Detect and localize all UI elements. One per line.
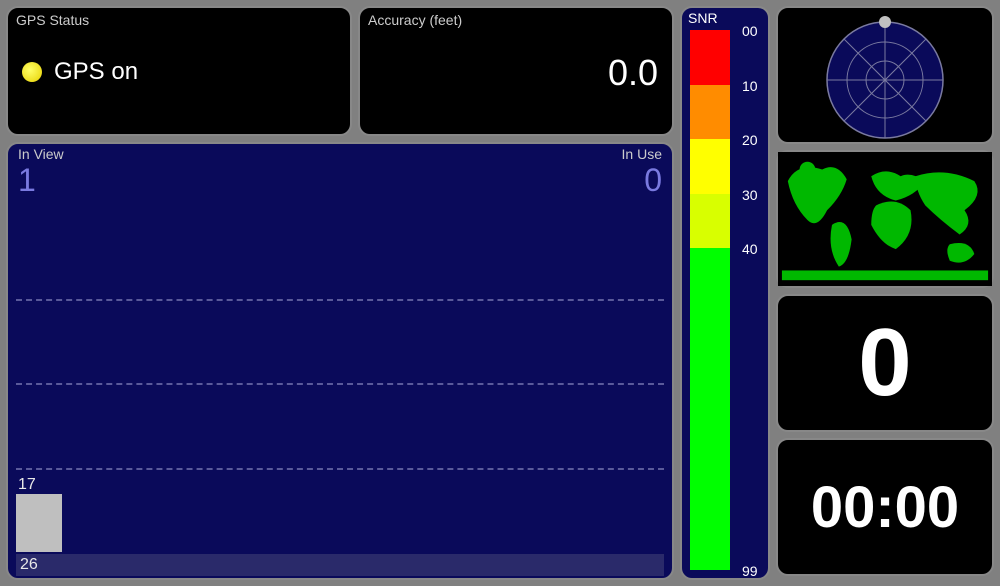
gps-status-row: GPS on bbox=[8, 28, 350, 86]
sat-bar: 17 bbox=[16, 494, 62, 552]
sat-gridline bbox=[16, 383, 664, 385]
gps-indicator-icon bbox=[22, 62, 42, 82]
snr-scale: 001020304099 bbox=[690, 30, 730, 570]
sky-plot-icon bbox=[778, 8, 992, 142]
sat-header: In View In Use bbox=[8, 144, 672, 164]
sat-bar-snr-label: 17 bbox=[16, 476, 62, 494]
satellite-prn-row: 26 bbox=[16, 554, 664, 576]
satellites-panel: In View In Use 1 0 17 26 bbox=[6, 142, 674, 580]
clock-value: 00:00 bbox=[811, 474, 959, 541]
gps-status-label: GPS Status bbox=[8, 8, 350, 28]
snr-segment bbox=[690, 248, 730, 570]
snr-tick-label: 10 bbox=[742, 78, 758, 94]
snr-tick-label: 99 bbox=[742, 563, 758, 579]
in-view-label: In View bbox=[18, 146, 64, 162]
clock-panel[interactable]: 00:00 bbox=[776, 438, 994, 576]
snr-tick-label: 30 bbox=[742, 187, 758, 203]
in-view-value: 1 bbox=[8, 164, 46, 196]
speed-value: 0 bbox=[858, 308, 911, 418]
snr-segment bbox=[690, 30, 730, 85]
snr-segment bbox=[690, 85, 730, 140]
sat-prn-label: 26 bbox=[16, 556, 62, 574]
sky-plot-panel[interactable] bbox=[776, 6, 994, 144]
speed-panel[interactable]: 0 bbox=[776, 294, 994, 432]
world-map-panel[interactable] bbox=[776, 150, 994, 288]
sat-gridline bbox=[16, 299, 664, 301]
satellite-snr-chart: 17 bbox=[16, 214, 664, 552]
accuracy-value: 0.0 bbox=[608, 52, 658, 94]
accuracy-label: Accuracy (feet) bbox=[360, 8, 672, 28]
sat-gridline bbox=[16, 468, 664, 470]
gps-status-text: GPS on bbox=[54, 58, 138, 86]
in-use-value: 0 bbox=[634, 164, 672, 196]
snr-tick-label: 00 bbox=[742, 23, 758, 39]
world-map-icon bbox=[778, 152, 992, 286]
gps-status-panel: GPS Status GPS on bbox=[6, 6, 352, 136]
snr-segment bbox=[690, 139, 730, 194]
snr-segment bbox=[690, 194, 730, 249]
snr-tick-label: 40 bbox=[742, 241, 758, 257]
snr-tick-label: 20 bbox=[742, 132, 758, 148]
accuracy-panel: Accuracy (feet) 0.0 bbox=[358, 6, 674, 136]
in-use-label: In Use bbox=[622, 146, 662, 162]
snr-legend-panel: SNR 001020304099 bbox=[680, 6, 770, 580]
